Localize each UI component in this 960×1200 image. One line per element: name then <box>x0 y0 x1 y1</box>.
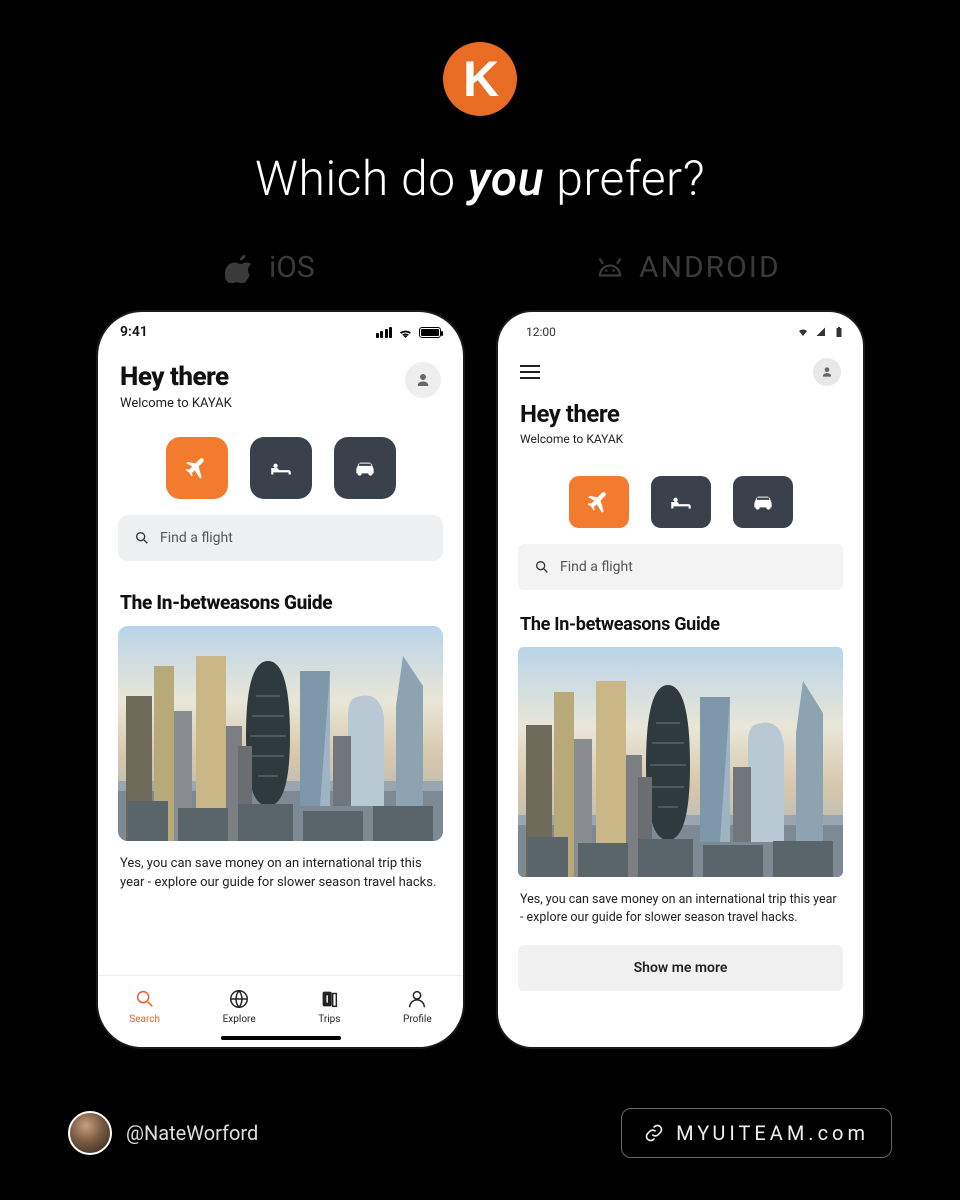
category-flights[interactable] <box>569 476 629 528</box>
cellular-icon <box>815 326 827 338</box>
user-icon <box>820 365 834 379</box>
guide-blurb: Yes, you can save money on an internatio… <box>520 891 841 927</box>
wifi-icon <box>398 327 413 338</box>
platform-android-text: ANDROID <box>639 250 781 285</box>
battery-icon <box>419 327 441 338</box>
tab-search-label: Search <box>129 1014 160 1025</box>
greeting-subtitle: Welcome to KAYAK <box>520 432 841 446</box>
category-cars[interactable] <box>334 437 396 499</box>
tab-explore[interactable]: Explore <box>223 988 256 1025</box>
brand-logo-letter: K <box>463 50 497 108</box>
globe-icon <box>228 988 250 1010</box>
headline-post: prefer? <box>544 150 705 207</box>
guide-title: The In-betweasons Guide <box>520 614 841 635</box>
android-clock: 12:00 <box>526 325 556 339</box>
show-more-button[interactable]: Show me more <box>518 945 843 991</box>
platform-label-ios: iOS <box>225 250 315 285</box>
user-icon <box>414 371 432 389</box>
greeting-subtitle: Welcome to KAYAK <box>120 396 232 411</box>
menu-button[interactable] <box>520 365 540 379</box>
site-link[interactable]: MYUITEAM.com <box>621 1108 892 1158</box>
car-icon <box>352 455 378 481</box>
author-handle[interactable]: @NateWorford <box>68 1111 258 1155</box>
link-icon <box>644 1123 664 1143</box>
category-flights[interactable] <box>166 437 228 499</box>
ios-status-right <box>376 327 442 338</box>
category-row <box>98 437 463 499</box>
ios-app-header: Hey there Welcome to KAYAK <box>98 352 463 415</box>
profile-icon <box>406 988 428 1010</box>
greeting-title: Hey there <box>120 362 232 392</box>
phone-android: 12:00 Hey there Welcome to KAYAK <box>498 312 863 1047</box>
ios-tabbar: Search Explore Trips Profile <box>98 975 463 1047</box>
search-placeholder: Find a flight <box>560 559 633 575</box>
cellular-icon <box>376 327 393 338</box>
guide-title: The In-betweasons Guide <box>120 591 441 614</box>
search-input[interactable]: Find a flight <box>118 515 443 561</box>
headline-em: you <box>468 150 544 207</box>
site-link-text: MYUITEAM.com <box>676 1121 869 1145</box>
guide-hero-image[interactable] <box>518 647 843 877</box>
greeting-title: Hey there <box>520 400 841 428</box>
plane-icon <box>184 455 210 481</box>
tab-trips-label: Trips <box>318 1014 340 1025</box>
car-icon <box>750 489 776 515</box>
brand-logo: K <box>443 42 517 116</box>
category-stays[interactable] <box>250 437 312 499</box>
android-app-header: Hey there Welcome to KAYAK <box>498 352 863 450</box>
category-row <box>498 476 863 528</box>
android-status-bar: 12:00 <box>498 312 863 352</box>
profile-avatar-button[interactable] <box>813 358 841 386</box>
author-handle-text: @NateWorford <box>126 1121 258 1145</box>
android-icon <box>595 253 625 283</box>
footer: @NateWorford MYUITEAM.com <box>0 1108 960 1158</box>
bed-icon <box>668 489 694 515</box>
guide-blurb: Yes, you can save money on an internatio… <box>120 855 441 893</box>
ios-clock: 9:41 <box>120 324 148 340</box>
phone-ios: 9:41 Hey there Welcome to KAYAK <box>98 312 463 1047</box>
platform-label-android: ANDROID <box>595 250 781 285</box>
search-placeholder: Find a flight <box>160 530 233 546</box>
tab-trips[interactable]: Trips <box>318 988 340 1025</box>
tab-search[interactable]: Search <box>129 988 160 1025</box>
trips-icon <box>318 988 340 1010</box>
battery-icon <box>833 326 845 338</box>
home-indicator[interactable] <box>221 1036 341 1040</box>
headline-pre: Which do <box>255 150 468 207</box>
category-stays[interactable] <box>651 476 711 528</box>
search-icon <box>134 530 150 546</box>
show-more-label: Show me more <box>634 960 728 976</box>
ios-status-bar: 9:41 <box>98 312 463 352</box>
bed-icon <box>268 455 294 481</box>
search-icon <box>534 559 550 575</box>
headline: Which do you prefer? <box>0 150 960 207</box>
apple-icon <box>225 253 255 283</box>
category-cars[interactable] <box>733 476 793 528</box>
author-avatar <box>68 1111 112 1155</box>
wifi-icon <box>797 326 809 338</box>
city-skyline-illustration <box>118 626 443 841</box>
tab-explore-label: Explore <box>223 1014 256 1025</box>
search-input[interactable]: Find a flight <box>518 544 843 590</box>
profile-avatar-button[interactable] <box>405 362 441 398</box>
guide-hero-image[interactable] <box>118 626 443 841</box>
plane-icon <box>586 489 612 515</box>
search-icon <box>134 988 156 1010</box>
android-status-right <box>797 326 845 338</box>
tab-profile[interactable]: Profile <box>403 988 432 1025</box>
city-skyline-illustration <box>518 647 843 877</box>
platform-ios-text: iOS <box>269 250 315 285</box>
tab-profile-label: Profile <box>403 1014 432 1025</box>
